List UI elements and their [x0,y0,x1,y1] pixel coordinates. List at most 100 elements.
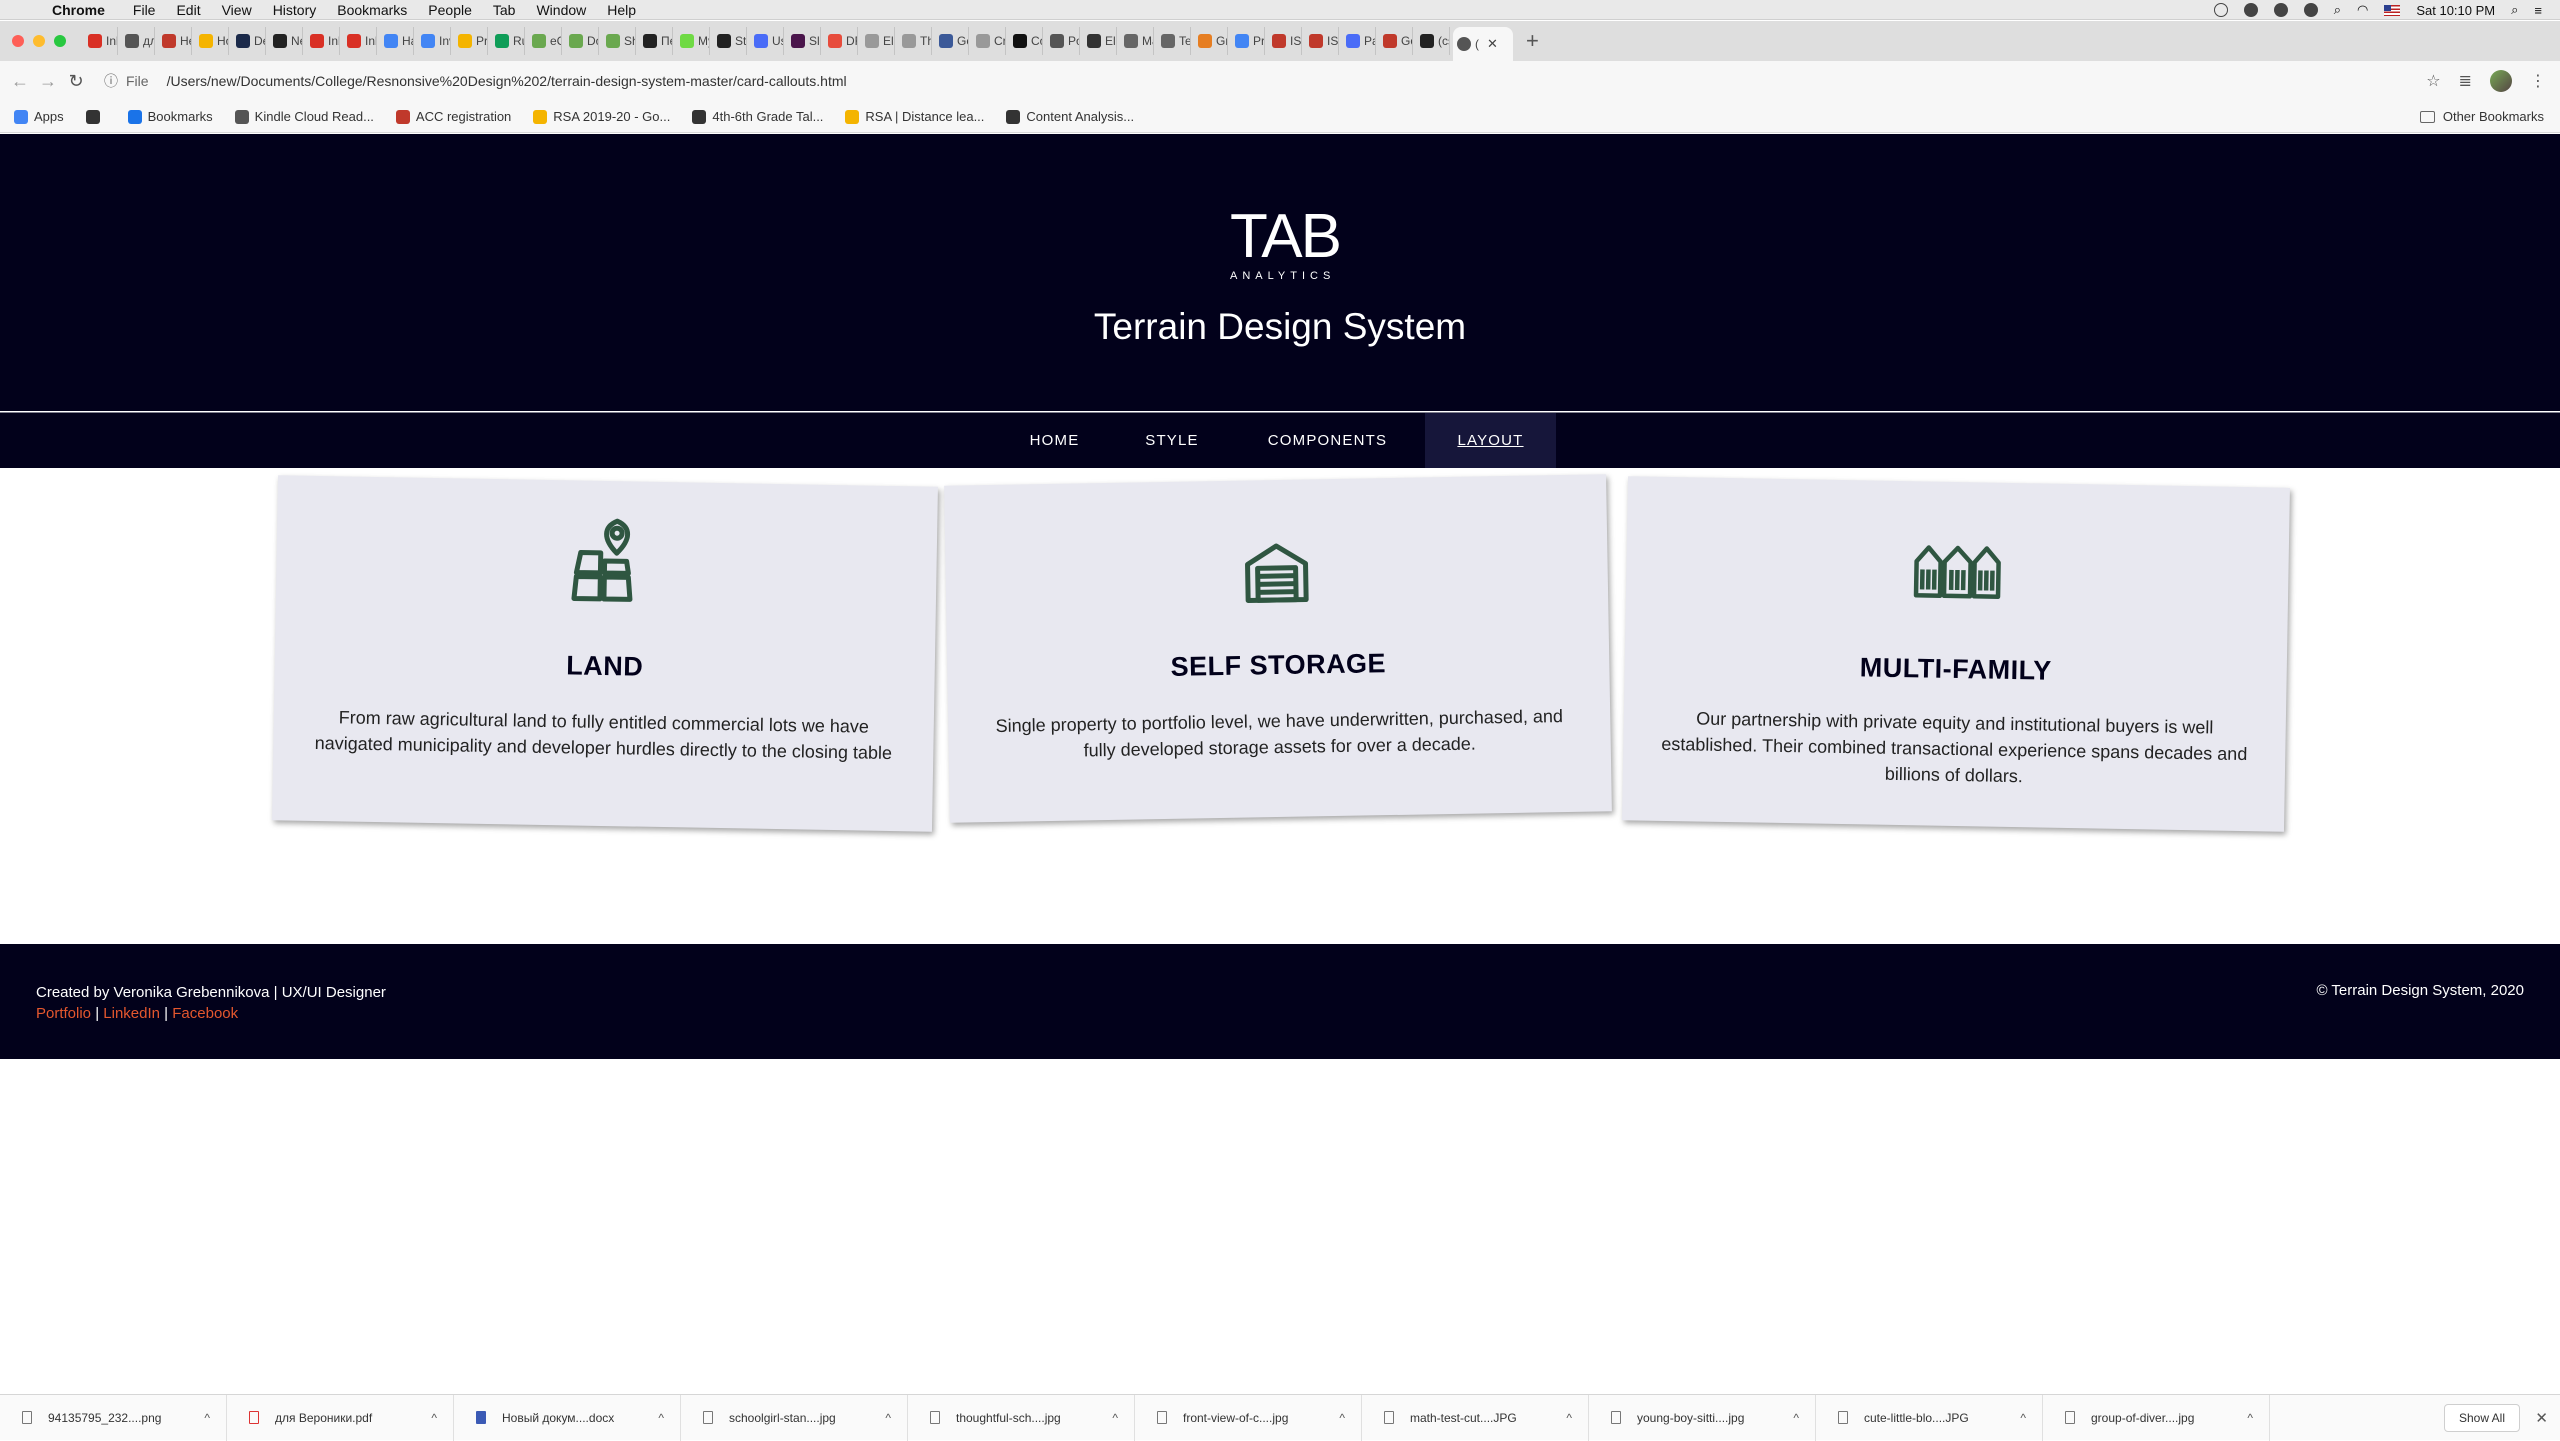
menu-help[interactable]: Help [607,2,636,18]
bookmark-item[interactable]: RSA | Distance lea... [845,109,984,124]
browser-tab[interactable]: The [898,27,932,55]
bookmark-item[interactable]: Apps [14,109,64,124]
bookmark-item[interactable]: Bookmarks [128,109,213,124]
browser-tab[interactable]: Poc [1046,27,1080,55]
menu-edit[interactable]: Edit [176,2,200,18]
bookmark-item[interactable]: Content Analysis... [1006,109,1134,124]
chevron-up-icon[interactable]: ^ [431,1411,437,1425]
browser-tab[interactable]: Rus [491,27,525,55]
download-item[interactable]: для Вероники.pdf^ [227,1395,454,1441]
menu-history[interactable]: History [273,2,317,18]
nav-home[interactable]: HOME [995,413,1114,468]
browser-tab[interactable]: Cor [1009,27,1043,55]
browser-tab[interactable]: Grid [1194,27,1228,55]
spotlight-icon[interactable]: ⌕ [2511,2,2518,18]
show-all-downloads-button[interactable]: Show All [2444,1404,2520,1432]
browser-tab[interactable]: Pag [1342,27,1376,55]
browser-tab[interactable]: Nex [269,27,303,55]
minimize-window-button[interactable] [33,35,45,47]
browser-tab[interactable]: Goo [1379,27,1413,55]
download-item[interactable]: 94135795_232....png^ [0,1395,227,1441]
menu-file[interactable]: File [133,2,156,18]
browser-tab[interactable]: Dov [565,27,599,55]
chevron-up-icon[interactable]: ^ [2020,1411,2026,1425]
info-icon[interactable]: ⓘ [104,71,118,91]
menu-tab[interactable]: Tab [493,2,516,18]
chevron-up-icon[interactable]: ^ [885,1411,891,1425]
browser-tab[interactable]: Pre [454,27,488,55]
footer-link-linkedin[interactable]: LinkedIn [103,1005,160,1022]
tab-analytics-logo[interactable]: TAB ANALYTICS [1230,206,1330,282]
us-flag-icon[interactable] [2384,5,2400,16]
chevron-up-icon[interactable]: ^ [1566,1411,1572,1425]
footer-link-facebook[interactable]: Facebook [172,1005,238,1022]
creative-cloud-icon[interactable] [2274,3,2288,17]
bookmark-item[interactable]: Kindle Cloud Read... [235,109,374,124]
browser-tab[interactable]: ISO [1268,27,1302,55]
close-tab-icon[interactable]: ✕ [1487,36,1498,52]
bookmark-item[interactable]: RSA 2019-20 - Go... [533,109,670,124]
download-item[interactable]: front-view-of-c....jpg^ [1135,1395,1362,1441]
chevron-up-icon[interactable]: ^ [1339,1411,1345,1425]
menu-bookmarks[interactable]: Bookmarks [337,2,407,18]
address-bar[interactable]: ⓘ File /Users/new/Documents/College/Resn… [104,66,2426,96]
close-window-button[interactable] [12,35,24,47]
browser-tab-active[interactable]: (✕ [1453,27,1513,61]
nav-components[interactable]: COMPONENTS [1230,413,1425,468]
browser-tab[interactable]: My [676,27,710,55]
url-text[interactable]: /Users/new/Documents/College/Resnonsive%… [167,73,847,89]
chevron-up-icon[interactable]: ^ [1793,1411,1799,1425]
browser-tab[interactable]: Inv [417,27,451,55]
status-circle-icon[interactable] [2214,3,2228,17]
browser-tab[interactable]: Пер [639,27,673,55]
browser-tab[interactable]: Har [380,27,414,55]
browser-tab[interactable]: Stri [713,27,747,55]
close-icon[interactable]: ✕ [2535,1409,2548,1427]
browser-tab[interactable]: Pro [1231,27,1265,55]
bookmark-item[interactable] [86,110,106,124]
chevron-up-icon[interactable]: ^ [658,1411,664,1425]
card-land[interactable]: LAND From raw agricultural land to fully… [272,475,938,831]
more-menu-icon[interactable]: ⋮ [2530,71,2546,91]
browser-tab[interactable]: eCo [528,27,562,55]
browser-tab[interactable]: Sho [602,27,636,55]
download-item[interactable]: group-of-diver....jpg^ [2043,1395,2270,1441]
browser-tab[interactable]: Use [750,27,784,55]
back-arrow-icon[interactable]: ← [6,71,34,92]
browser-tab[interactable]: ISO [1305,27,1339,55]
browser-tab[interactable]: для [121,27,155,55]
browser-tab[interactable]: Inb [343,27,377,55]
bookmark-item[interactable]: 4th-6th Grade Tal... [692,109,823,124]
wifi-icon[interactable]: ◠ [2357,2,2368,18]
profile-avatar[interactable] [2490,70,2512,92]
browser-tab[interactable]: (csi [1416,27,1450,55]
search-icon[interactable]: ⌕ [2334,2,2341,18]
download-item[interactable]: cute-little-blo....JPG^ [1816,1395,2043,1441]
browser-tab[interactable]: Cre [972,27,1006,55]
card-multi-family[interactable]: MULTI-FAMILY Our partnership with privat… [1622,476,2290,832]
menu-app-chrome[interactable]: Chrome [52,2,105,18]
reading-list-icon[interactable]: ≣ [2459,71,2472,91]
download-item[interactable]: young-boy-sitti....jpg^ [1589,1395,1816,1441]
browser-tab[interactable]: Inb [306,27,340,55]
menu-view[interactable]: View [222,2,252,18]
card-self-storage[interactable]: SELF STORAGE Single property to portfoli… [944,474,1612,823]
browser-tab[interactable]: Slac [787,27,821,55]
nav-style[interactable]: STYLE [1114,413,1230,468]
browser-tab[interactable]: DFS [824,27,858,55]
browser-tab[interactable]: Get [935,27,969,55]
download-item[interactable]: schoolgirl-stan....jpg^ [681,1395,908,1441]
control-center-icon[interactable]: ≡ [2534,3,2542,18]
browser-tab[interactable]: Inb [84,27,118,55]
zoom-window-button[interactable] [54,35,66,47]
clock[interactable]: Sat 10:10 PM [2416,3,2495,18]
bookmark-item[interactable]: ACC registration [396,109,511,124]
browser-tab[interactable]: Hea [158,27,192,55]
bookmark-star-icon[interactable]: ☆ [2426,71,2440,91]
menu-window[interactable]: Window [536,2,586,18]
status-app-icon-2[interactable] [2304,3,2318,17]
chevron-up-icon[interactable]: ^ [2247,1411,2253,1425]
chevron-up-icon[interactable]: ^ [204,1411,210,1425]
forward-arrow-icon[interactable]: → [34,71,62,92]
menu-people[interactable]: People [428,2,472,18]
